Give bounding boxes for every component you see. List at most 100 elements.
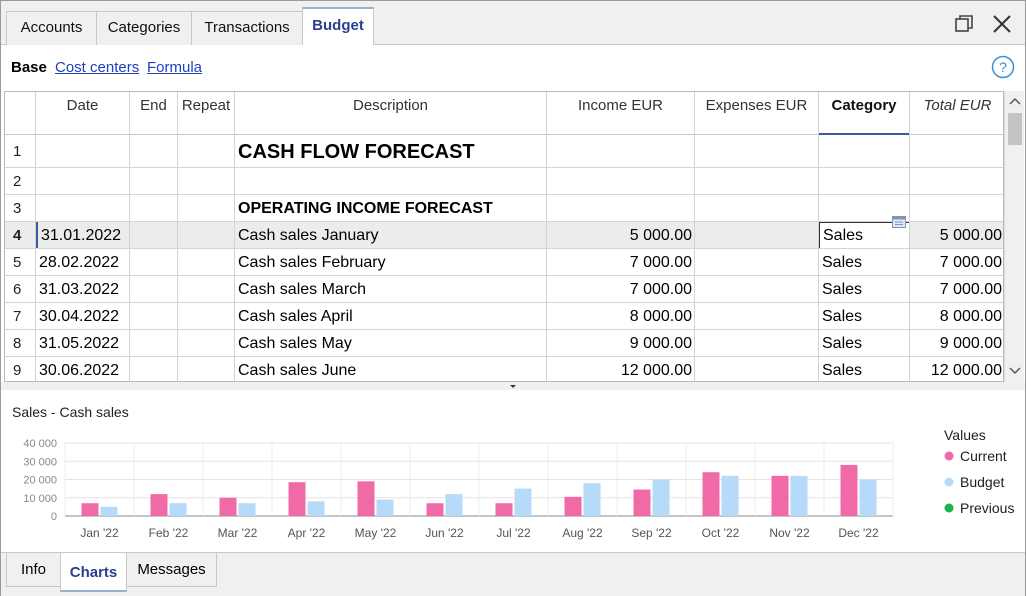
cell-end[interactable] bbox=[130, 276, 178, 303]
cell-category[interactable] bbox=[819, 168, 910, 195]
table-row[interactable]: 6 31.03.2022 Cash sales March 7 000.00 Sales… bbox=[5, 276, 1003, 303]
cell-repeat[interactable] bbox=[178, 195, 235, 222]
cell-expenses[interactable] bbox=[695, 330, 819, 357]
row-number[interactable]: 8 bbox=[5, 330, 35, 357]
cell-expenses[interactable] bbox=[695, 357, 819, 381]
table-row[interactable]: 1 CASH FLOW FORECAST bbox=[5, 136, 1003, 168]
help-icon[interactable]: ? bbox=[991, 55, 1015, 79]
cell-category[interactable]: Sales bbox=[819, 276, 910, 303]
cell-description[interactable]: Cash sales January bbox=[235, 222, 547, 249]
cell-description[interactable]: Cash sales March bbox=[235, 276, 547, 303]
view-formula[interactable]: Formula bbox=[147, 59, 202, 76]
view-base[interactable]: Base bbox=[11, 59, 47, 76]
cell-description[interactable]: Cash sales April bbox=[235, 303, 547, 330]
cell-income[interactable]: 7 000.00 bbox=[547, 249, 695, 276]
row-number[interactable]: 5 bbox=[5, 249, 35, 276]
row-number[interactable]: 3 bbox=[5, 195, 35, 222]
cell-income[interactable] bbox=[547, 195, 695, 222]
restore-window-icon[interactable] bbox=[953, 13, 975, 35]
table-row[interactable]: 3 OPERATING INCOME FORECAST bbox=[5, 195, 1003, 222]
table-row[interactable]: 2 bbox=[5, 168, 1003, 195]
cell-total[interactable] bbox=[910, 168, 1003, 195]
cell-date[interactable]: 31.05.2022 bbox=[36, 330, 130, 357]
cell-date[interactable] bbox=[36, 168, 130, 195]
table-row[interactable]: 9 30.06.2022 Cash sales June 12 000.00 Sales… bbox=[5, 357, 1003, 381]
cell-repeat[interactable] bbox=[178, 136, 235, 168]
scroll-up-icon[interactable] bbox=[1009, 96, 1021, 106]
column-header-date[interactable]: Date bbox=[36, 92, 130, 135]
close-icon[interactable] bbox=[991, 13, 1013, 35]
row-number[interactable]: 2 bbox=[5, 168, 35, 195]
column-header-expenses[interactable]: Expenses EUR bbox=[695, 92, 819, 135]
cell-expenses[interactable] bbox=[695, 249, 819, 276]
table-row[interactable]: 4 31.01.2022 Cash sales January 5 000.00 Sal… bbox=[5, 216, 1003, 249]
cell-date[interactable]: 30.06.2022 bbox=[36, 357, 130, 381]
cell-date[interactable]: 30.04.2022 bbox=[36, 303, 130, 330]
tab-categories[interactable]: Categories bbox=[96, 11, 192, 45]
cell-category[interactable]: Sales bbox=[819, 303, 910, 330]
view-cost-centers[interactable]: Cost centers bbox=[55, 59, 139, 76]
cell-category[interactable]: Sales bbox=[819, 249, 910, 276]
cell-expenses[interactable] bbox=[695, 276, 819, 303]
cell-description[interactable]: OPERATING INCOME FORECAST bbox=[235, 195, 547, 222]
row-number[interactable]: 9 bbox=[5, 357, 35, 381]
cell-income[interactable]: 5 000.00 bbox=[547, 222, 695, 249]
tab-accounts[interactable]: Accounts bbox=[6, 11, 97, 45]
cell-end[interactable] bbox=[130, 195, 178, 222]
cell-income[interactable]: 8 000.00 bbox=[547, 303, 695, 330]
cell-expenses[interactable] bbox=[695, 195, 819, 222]
tab-transactions[interactable]: Transactions bbox=[191, 11, 303, 45]
column-header-total[interactable]: Total EUR bbox=[910, 92, 1003, 135]
cell-date[interactable]: 28.02.2022 bbox=[36, 249, 130, 276]
cell-total[interactable]: 8 000.00 bbox=[910, 303, 1003, 330]
cell-total[interactable]: 7 000.00 bbox=[910, 276, 1003, 303]
cell-total[interactable]: 9 000.00 bbox=[910, 330, 1003, 357]
cell-repeat[interactable] bbox=[178, 222, 235, 249]
dropdown-list-icon[interactable] bbox=[892, 216, 906, 228]
cell-repeat[interactable] bbox=[178, 303, 235, 330]
row-number[interactable]: 6 bbox=[5, 276, 35, 303]
cell-date[interactable]: 31.03.2022 bbox=[36, 276, 130, 303]
scroll-thumb[interactable] bbox=[1008, 113, 1022, 145]
cell-repeat[interactable] bbox=[178, 168, 235, 195]
cell-end[interactable] bbox=[130, 303, 178, 330]
cell-end[interactable] bbox=[130, 330, 178, 357]
row-number[interactable]: 7 bbox=[5, 303, 35, 330]
cell-category[interactable]: Sales bbox=[819, 330, 910, 357]
cell-date[interactable] bbox=[36, 195, 130, 222]
cell-category[interactable] bbox=[819, 136, 910, 168]
tab-charts[interactable]: Charts bbox=[60, 553, 127, 592]
cell-description[interactable]: Cash sales June bbox=[235, 357, 547, 381]
cell-category[interactable]: Sales bbox=[819, 357, 910, 381]
cell-date[interactable] bbox=[36, 136, 130, 168]
cell-income[interactable]: 12 000.00 bbox=[547, 357, 695, 381]
column-header-end[interactable]: End bbox=[130, 92, 178, 135]
row-number[interactable]: 4 bbox=[5, 222, 35, 249]
pane-splitter[interactable] bbox=[1, 382, 1025, 390]
cell-total[interactable]: 7 000.00 bbox=[910, 249, 1003, 276]
tab-info[interactable]: Info bbox=[6, 553, 61, 587]
row-number[interactable]: 1 bbox=[5, 136, 35, 168]
cell-description[interactable]: Cash sales February bbox=[235, 249, 547, 276]
cell-description[interactable]: CASH FLOW FORECAST bbox=[235, 136, 547, 168]
tab-budget[interactable]: Budget bbox=[302, 7, 374, 46]
cell-expenses[interactable] bbox=[695, 136, 819, 168]
cell-repeat[interactable] bbox=[178, 357, 235, 381]
cell-income[interactable]: 7 000.00 bbox=[547, 276, 695, 303]
table-row[interactable]: 7 30.04.2022 Cash sales April 8 000.00 Sales… bbox=[5, 303, 1003, 330]
table-row[interactable]: 8 31.05.2022 Cash sales May 9 000.00 Sales 9 … bbox=[5, 330, 1003, 357]
table-scrollbar[interactable] bbox=[1004, 91, 1024, 382]
column-header-description[interactable]: Description bbox=[235, 92, 547, 135]
cell-total[interactable] bbox=[910, 195, 1003, 222]
cell-description[interactable]: Cash sales May bbox=[235, 330, 547, 357]
cell-income[interactable] bbox=[547, 136, 695, 168]
cell-expenses[interactable] bbox=[695, 222, 819, 249]
cell-end[interactable] bbox=[130, 168, 178, 195]
cell-date[interactable]: 31.01.2022 bbox=[36, 222, 130, 249]
cell-total[interactable]: 5 000.00 bbox=[910, 222, 1003, 249]
cell-total[interactable]: 12 000.00 bbox=[910, 357, 1003, 381]
cell-end[interactable] bbox=[130, 357, 178, 381]
cell-description[interactable] bbox=[235, 168, 547, 195]
column-header-repeat[interactable]: Repeat bbox=[178, 92, 235, 135]
cell-repeat[interactable] bbox=[178, 276, 235, 303]
